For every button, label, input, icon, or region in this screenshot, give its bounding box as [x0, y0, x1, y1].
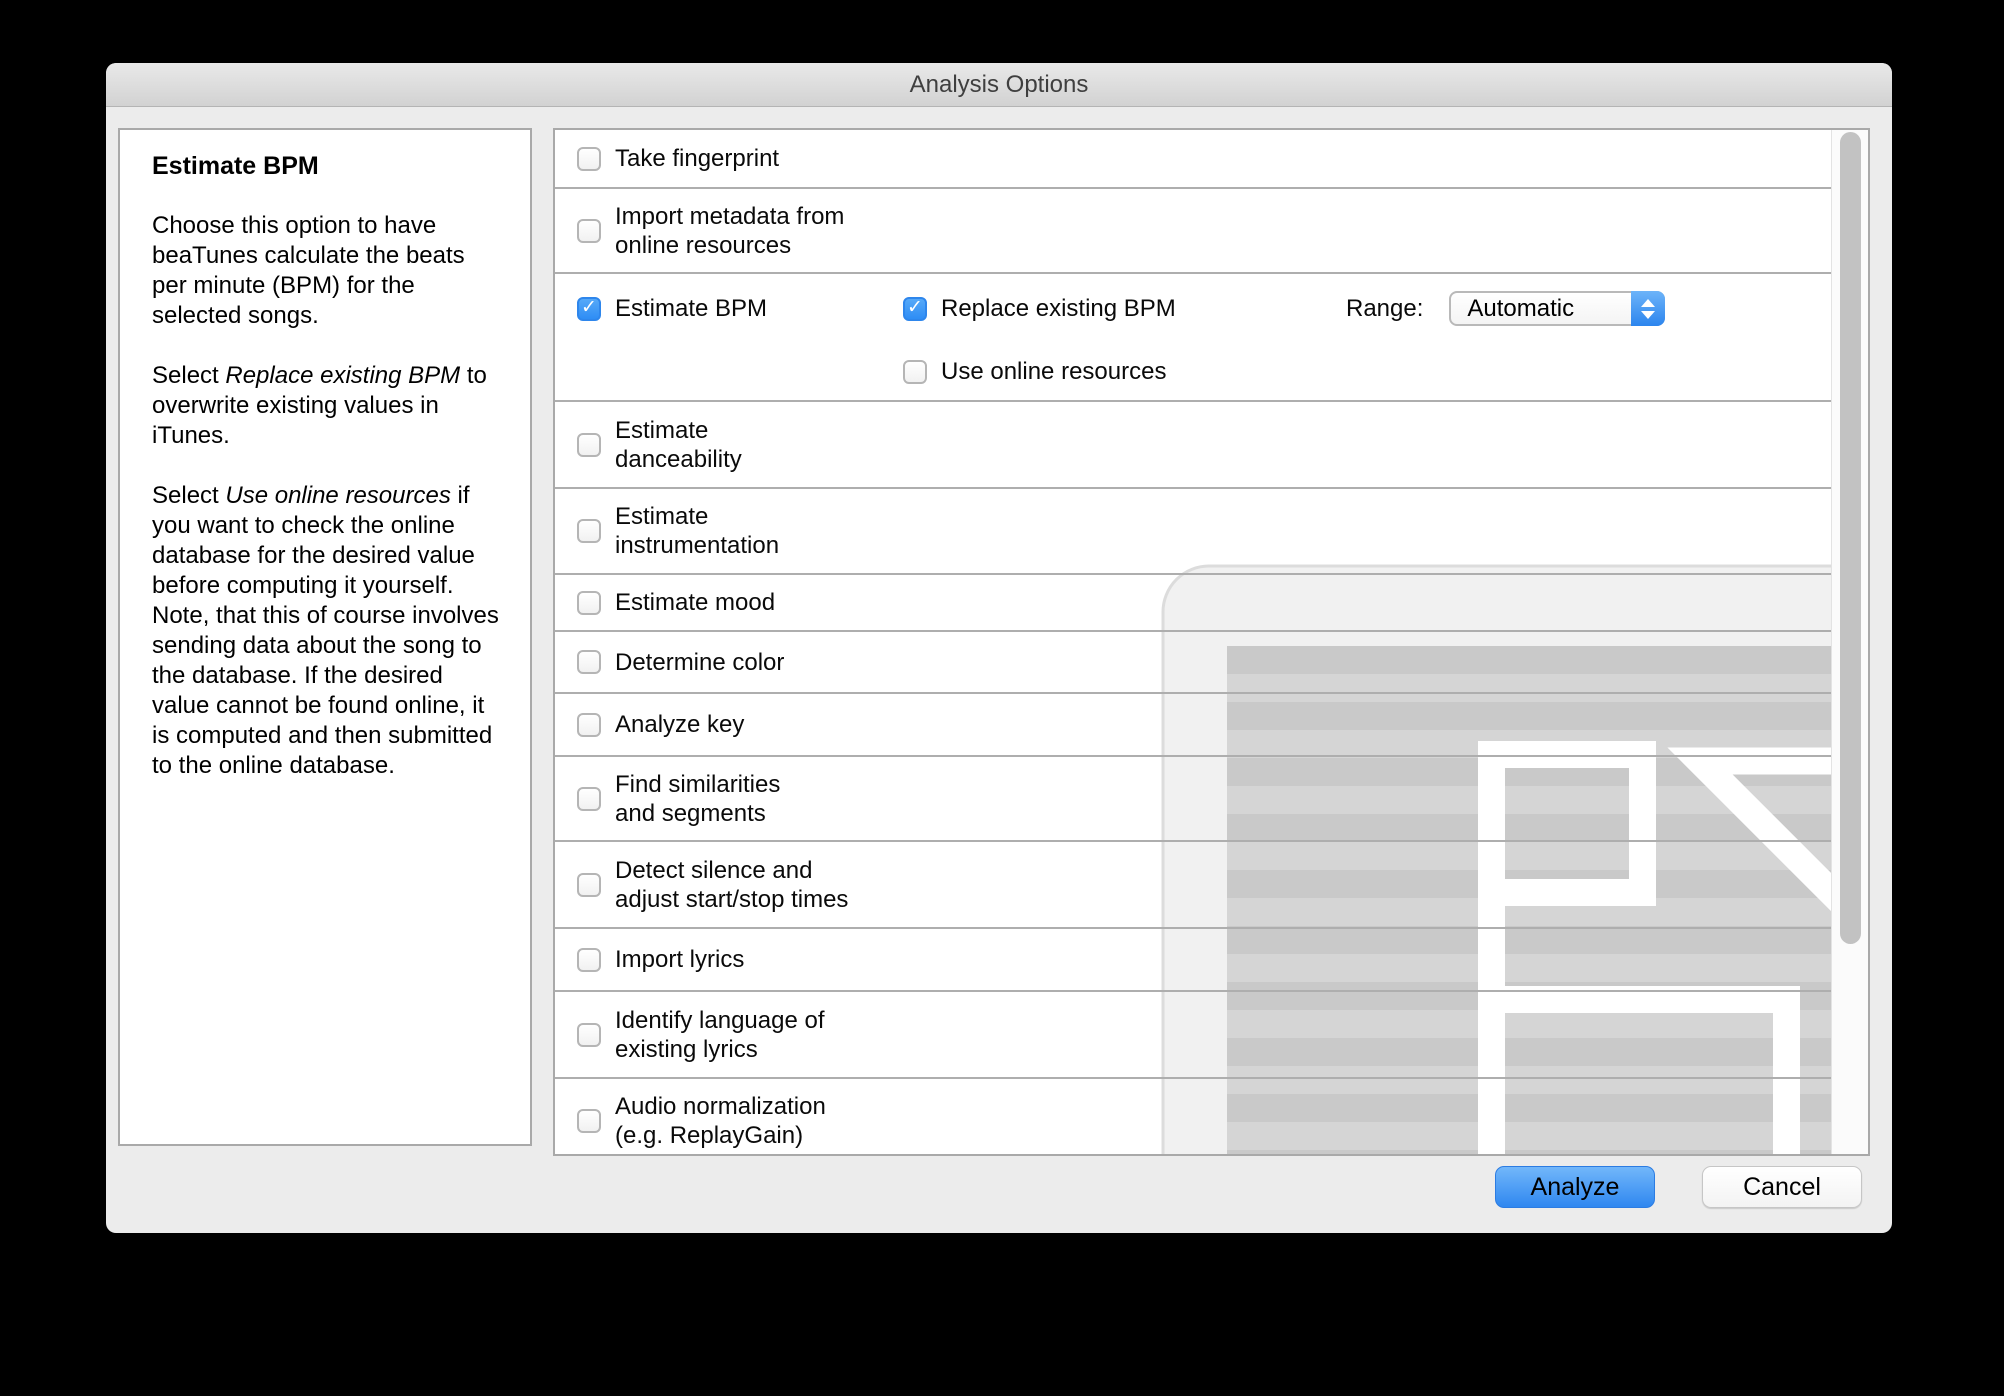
checkmark-icon: ✓	[907, 298, 923, 317]
option-row-take-fingerprint: Take fingerprint	[555, 130, 1831, 189]
option-row-audio-normalization: Audio normalization(e.g. ReplayGain)	[555, 1079, 1831, 1154]
checkbox-import-metadata[interactable]	[577, 219, 601, 243]
option-label-determine-color[interactable]: Determine color	[615, 648, 784, 677]
checkmark-icon: ✓	[581, 298, 597, 317]
option-row-estimate-danceability: Estimatedanceability	[555, 402, 1831, 489]
option-label-use-online-resources[interactable]: Use online resources	[941, 357, 1166, 386]
description-paragraph: Choose this option to have beaTunes calc…	[152, 211, 502, 331]
description-paragraph: Select Replace existing BPM to overwrite…	[152, 361, 502, 451]
options-pane: Take fingerprint Import metadata fromonli…	[553, 128, 1870, 1156]
scrollbar-thumb[interactable]	[1840, 132, 1861, 944]
checkbox-identify-language[interactable]	[577, 1023, 601, 1047]
option-label-estimate-instrumentation[interactable]: Estimateinstrumentation	[615, 502, 779, 560]
title-bar[interactable]: Analysis Options	[106, 63, 1892, 107]
option-row-find-similarities: Find similaritiesand segments	[555, 757, 1831, 842]
option-label-audio-normalization[interactable]: Audio normalization(e.g. ReplayGain)	[615, 1092, 826, 1150]
range-select[interactable]: Automatic	[1449, 291, 1665, 326]
option-label-estimate-danceability[interactable]: Estimatedanceability	[615, 416, 742, 474]
description-heading: Estimate BPM	[152, 152, 502, 181]
checkbox-find-similarities[interactable]	[577, 787, 601, 811]
window-title: Analysis Options	[106, 63, 1892, 107]
checkbox-estimate-mood[interactable]	[577, 591, 601, 615]
option-row-estimate-bpm: ✓ Estimate BPM ✓ Replace existing BPM Use on…	[555, 274, 1831, 402]
option-label-detect-silence[interactable]: Detect silence andadjust start/stop time…	[615, 856, 848, 914]
option-label-take-fingerprint[interactable]: Take fingerprint	[615, 144, 779, 173]
sub-option-replace-existing-bpm: ✓ Replace existing BPM	[903, 294, 1176, 323]
description-text: Choose this option to have beaTunes calc…	[152, 211, 502, 781]
option-label-import-lyrics[interactable]: Import lyrics	[615, 945, 744, 974]
option-row-estimate-instrumentation: Estimateinstrumentation	[555, 489, 1831, 575]
option-label-estimate-bpm[interactable]: Estimate BPM	[615, 294, 767, 323]
range-selected-value: Automatic	[1451, 295, 1574, 323]
checkbox-detect-silence[interactable]	[577, 873, 601, 897]
range-group: Range: Automatic	[1346, 291, 1665, 326]
checkbox-estimate-bpm[interactable]: ✓	[577, 297, 601, 321]
range-label: Range:	[1346, 295, 1423, 323]
checkbox-analyze-key[interactable]	[577, 713, 601, 737]
option-label-identify-language[interactable]: Identify language ofexisting lyrics	[615, 1006, 825, 1064]
analysis-options-dialog: Analysis Options Estimate BPM Choose thi…	[106, 63, 1892, 1233]
analyze-button[interactable]: Analyze	[1495, 1166, 1655, 1208]
analysis-options-list: Take fingerprint Import metadata fromonli…	[555, 130, 1831, 1154]
scrollbar-track[interactable]	[1831, 130, 1868, 1154]
option-row-import-lyrics: Import lyrics	[555, 929, 1831, 992]
option-label-replace-existing-bpm[interactable]: Replace existing BPM	[941, 294, 1176, 323]
description-pane: Estimate BPM Choose this option to have …	[118, 128, 532, 1146]
cancel-button[interactable]: Cancel	[1702, 1166, 1862, 1208]
description-paragraph: Select Use online resources if you want …	[152, 481, 502, 781]
option-label-analyze-key[interactable]: Analyze key	[615, 710, 744, 739]
checkbox-replace-existing-bpm[interactable]: ✓	[903, 297, 927, 321]
option-label-import-metadata[interactable]: Import metadata fromonline resources	[615, 202, 844, 260]
option-row-identify-language: Identify language ofexisting lyrics	[555, 992, 1831, 1079]
checkbox-use-online-resources[interactable]	[903, 360, 927, 384]
option-label-find-similarities[interactable]: Find similaritiesand segments	[615, 770, 780, 828]
checkbox-estimate-instrumentation[interactable]	[577, 519, 601, 543]
option-row-analyze-key: Analyze key	[555, 694, 1831, 757]
sub-option-use-online-resources: Use online resources	[903, 357, 1176, 386]
checkbox-audio-normalization[interactable]	[577, 1109, 601, 1133]
checkbox-determine-color[interactable]	[577, 650, 601, 674]
checkbox-import-lyrics[interactable]	[577, 948, 601, 972]
option-row-determine-color: Determine color	[555, 632, 1831, 694]
option-row-estimate-mood: Estimate mood	[555, 575, 1831, 632]
option-row-import-metadata: Import metadata fromonline resources	[555, 189, 1831, 274]
checkbox-take-fingerprint[interactable]	[577, 147, 601, 171]
checkbox-estimate-danceability[interactable]	[577, 433, 601, 457]
popup-arrows-icon	[1631, 291, 1665, 326]
option-label-estimate-mood[interactable]: Estimate mood	[615, 588, 775, 617]
option-row-detect-silence: Detect silence andadjust start/stop time…	[555, 842, 1831, 929]
